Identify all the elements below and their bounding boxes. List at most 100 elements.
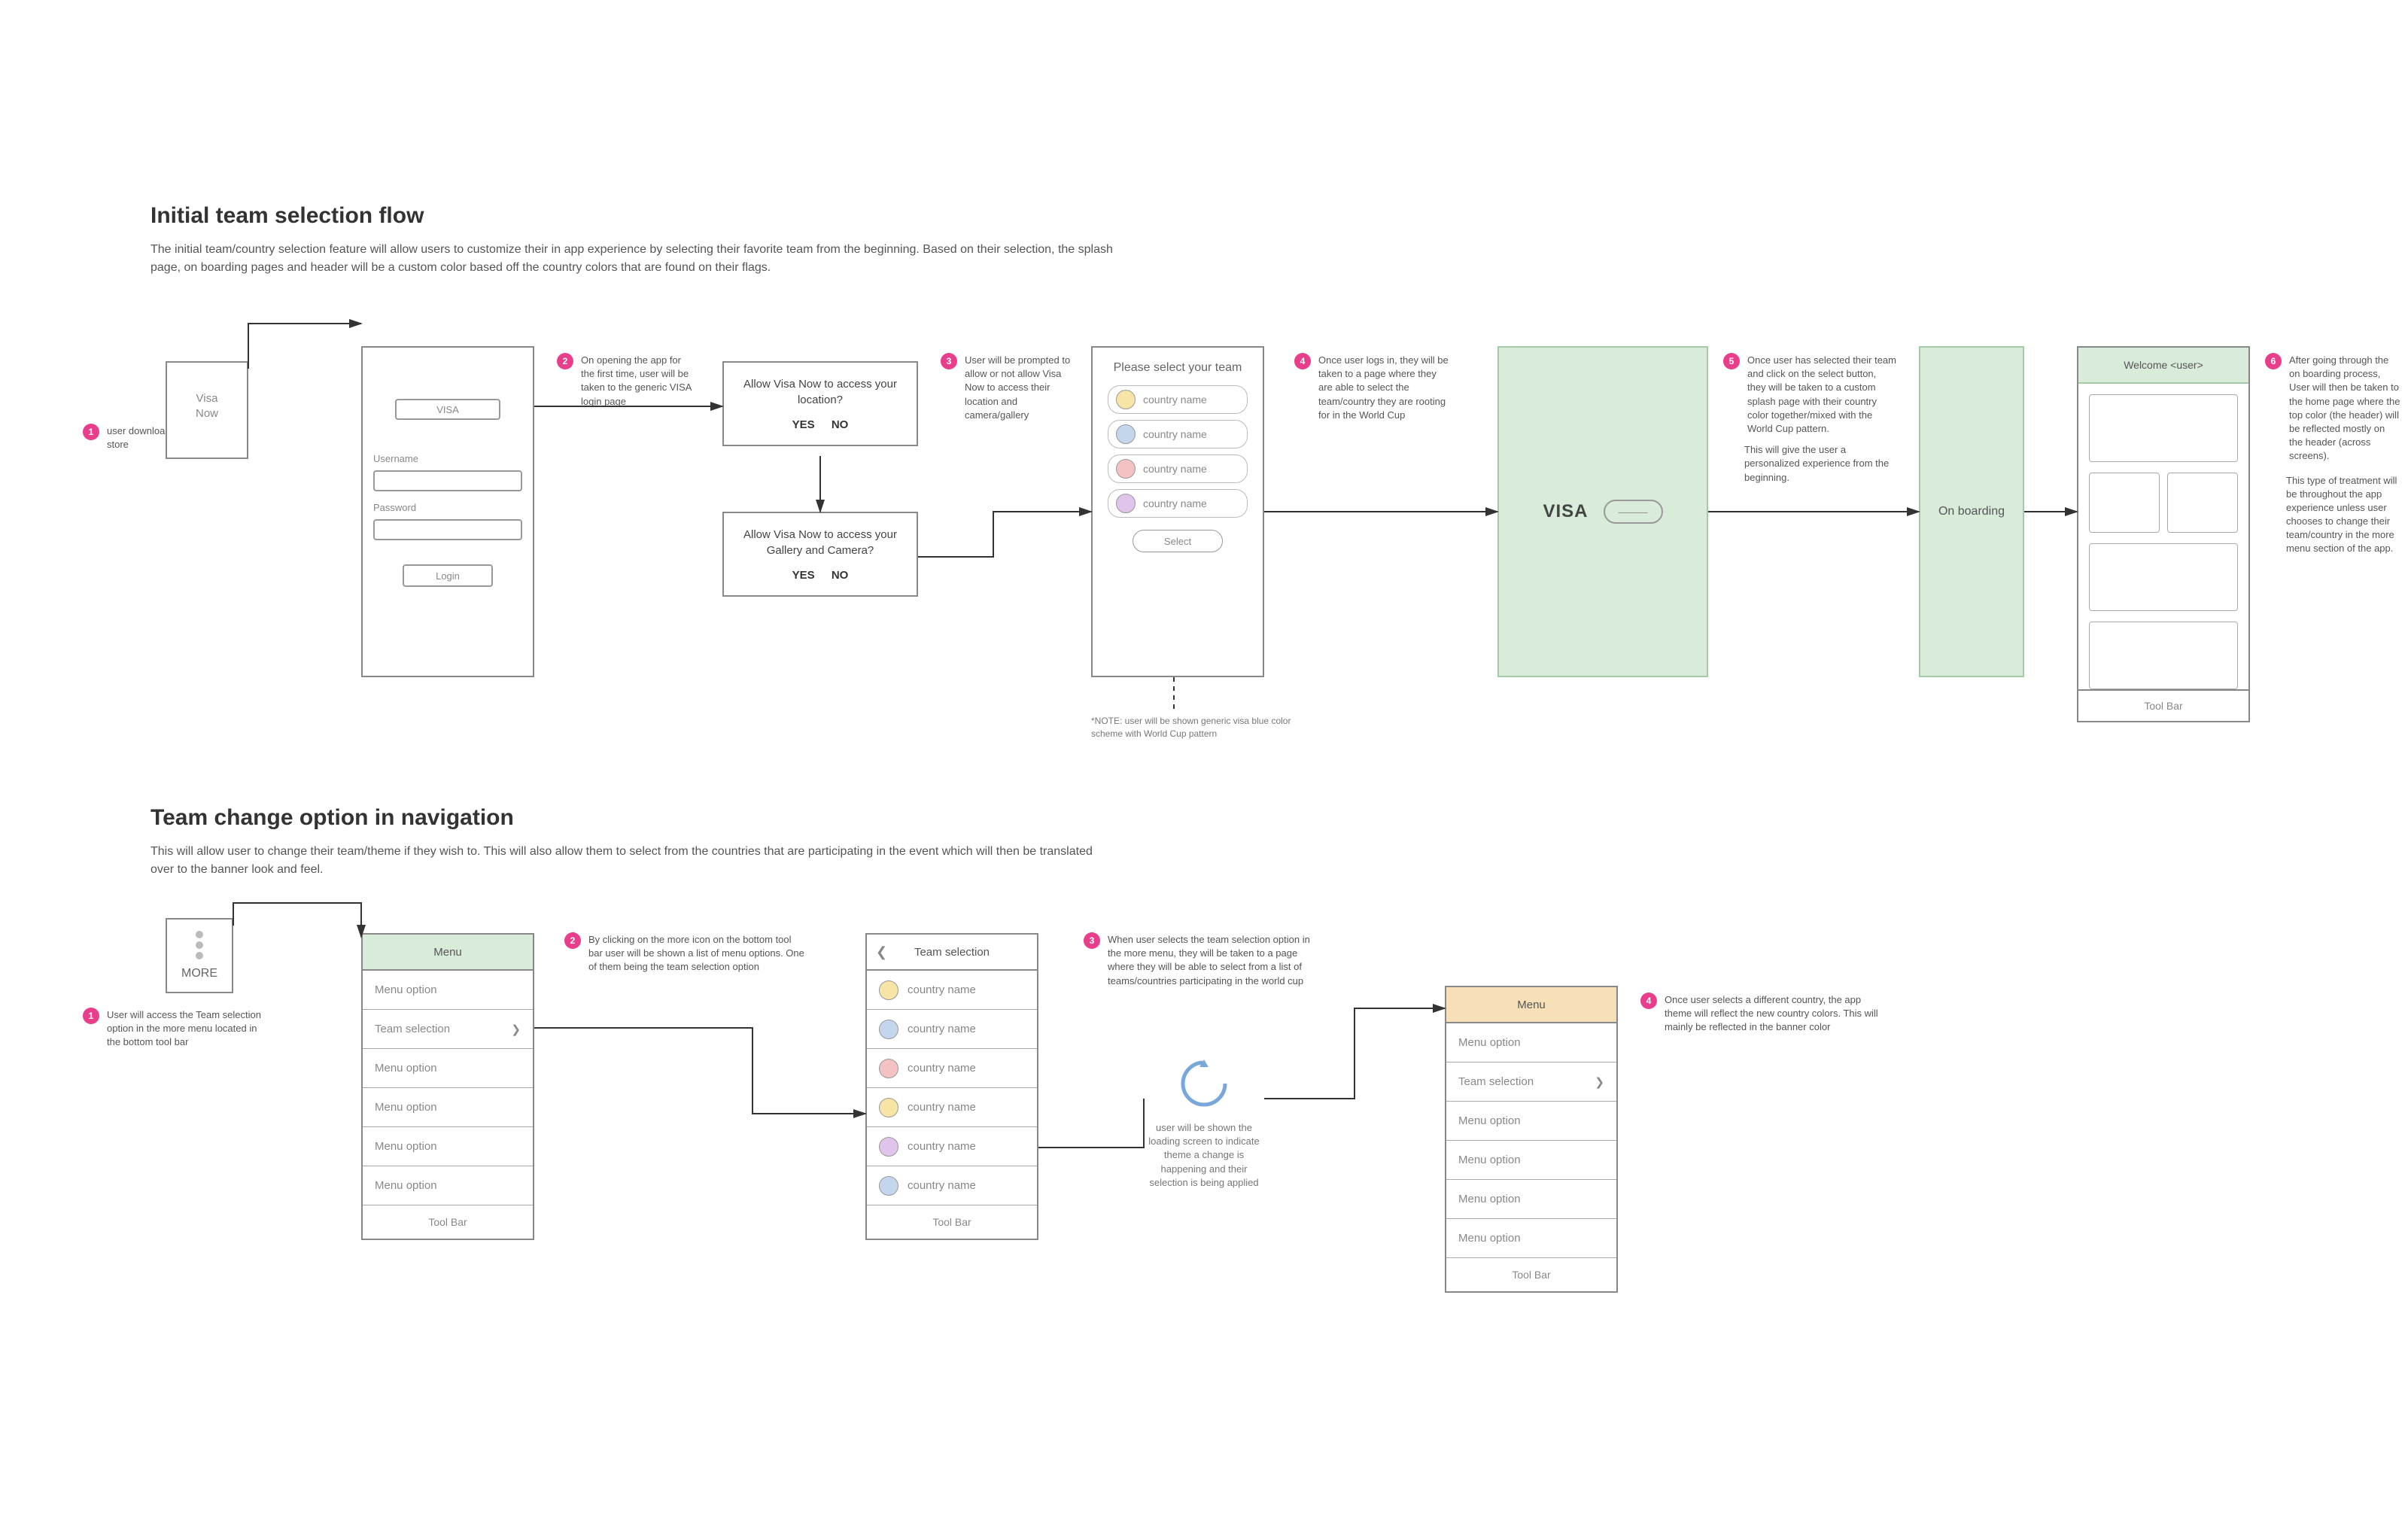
step-badge-5: 5 — [1723, 353, 1740, 369]
chevron-right-icon: ❯ — [511, 1023, 521, 1036]
flag-icon — [879, 1020, 898, 1039]
menu-orange: Menu Menu option Team selection❯ Menu op… — [1445, 986, 1618, 1293]
spinner-icon — [1174, 1053, 1234, 1114]
menu-item[interactable]: Menu option — [363, 1049, 533, 1088]
menu-item-team-selection[interactable]: Team selection❯ — [363, 1010, 533, 1049]
step-badge-3: 3 — [941, 353, 957, 369]
step-badge-6: 6 — [2265, 353, 2282, 369]
home-toolbar: Tool Bar — [2078, 689, 2248, 721]
visa-splash-screen: VISA ——— — [1497, 346, 1708, 677]
menu-item[interactable]: Menu option — [363, 1088, 533, 1127]
flag-icon — [1116, 390, 1136, 409]
login-screen: VISA Username Password Login — [361, 346, 534, 677]
menu-item[interactable]: Menu option — [1446, 1102, 1616, 1141]
dot-icon — [196, 931, 203, 938]
annotation-b1: 1User will access the Team selection opt… — [83, 1008, 271, 1050]
section1-description: The initial team/country selection featu… — [150, 241, 1114, 277]
splash-pill: ——— — [1604, 500, 1663, 524]
team-row[interactable]: country name — [867, 1049, 1037, 1088]
menu-item[interactable]: Menu option — [1446, 1180, 1616, 1219]
menu-item[interactable]: Menu option — [363, 971, 533, 1010]
section1-title: Initial team selection flow — [150, 203, 424, 229]
home-header: Welcome <user> — [2078, 348, 2248, 384]
team-select-screen: Please select your team country name cou… — [1091, 346, 1264, 677]
team-selection-list: ❮ Team selection country name country na… — [865, 933, 1038, 1240]
menu-item-team-selection[interactable]: Team selection❯ — [1446, 1062, 1616, 1102]
diagram-canvas: Initial team selection flow The initial … — [0, 0, 2408, 1520]
team-row[interactable]: country name — [1108, 420, 1248, 448]
flag-icon — [1116, 424, 1136, 444]
team-row[interactable]: country name — [1108, 454, 1248, 483]
menu-footer: Tool Bar — [363, 1205, 533, 1239]
team-row[interactable]: country name — [867, 1010, 1037, 1049]
annotation-3: 3User will be prompted to allow or not a… — [941, 354, 1076, 422]
team-row[interactable]: country name — [1108, 489, 1248, 518]
menu-item[interactable]: Menu option — [1446, 1219, 1616, 1258]
step-badge-1: 1 — [83, 424, 99, 440]
menu-item[interactable]: Menu option — [363, 1127, 533, 1166]
password-label: Password — [373, 502, 416, 513]
flag-icon — [879, 1098, 898, 1117]
step-badge-2: 2 — [557, 353, 573, 369]
menu-green: Menu Menu option Team selection❯ Menu op… — [361, 933, 534, 1240]
dot-icon — [196, 952, 203, 959]
loading-indicator: user will be shown the loading screen to… — [1144, 1053, 1264, 1190]
team-selection-header: ❮ Team selection — [867, 935, 1037, 971]
team-row[interactable]: country name — [867, 1166, 1037, 1205]
annotation-b4: 4Once user selects a different country, … — [1640, 993, 1881, 1035]
menu-header: Menu — [363, 935, 533, 971]
menu-item[interactable]: Menu option — [1446, 1141, 1616, 1180]
home-card — [2089, 473, 2160, 533]
home-card — [2089, 543, 2238, 611]
flag-icon — [879, 1176, 898, 1196]
step-badge-3: 3 — [1084, 932, 1100, 949]
appstore-card: Visa Now — [166, 361, 248, 459]
annotation-b3: 3When user selects the team selection op… — [1084, 933, 1324, 988]
flag-icon — [1116, 494, 1136, 513]
section2-description: This will allow user to change their tea… — [150, 843, 1114, 879]
more-icon[interactable]: MORE — [166, 918, 233, 993]
team-row[interactable]: country name — [1108, 385, 1248, 414]
location-permission-dialog: Allow Visa Now to access your location? … — [722, 361, 918, 446]
team-row[interactable]: country name — [867, 1127, 1037, 1166]
back-icon[interactable]: ❮ — [876, 944, 887, 960]
step-badge-4: 4 — [1294, 353, 1311, 369]
home-card — [2089, 394, 2238, 462]
chevron-right-icon: ❯ — [1595, 1075, 1604, 1089]
select-button[interactable]: Select — [1133, 530, 1223, 552]
annotation-6: 6After going through the on boarding pro… — [2265, 354, 2400, 556]
step-badge-2: 2 — [564, 932, 581, 949]
brand-field: VISA — [395, 399, 500, 420]
location-no[interactable]: NO — [832, 418, 849, 431]
flag-icon — [879, 1059, 898, 1078]
visa-logo: VISA — [1543, 501, 1588, 522]
team-row[interactable]: country name — [867, 971, 1037, 1010]
team-select-note: *NOTE: user will be shown generic visa b… — [1091, 715, 1302, 740]
menu-item[interactable]: Menu option — [1446, 1023, 1616, 1062]
login-button[interactable]: Login — [403, 564, 493, 587]
username-label: Username — [373, 453, 418, 464]
username-input[interactable] — [373, 470, 522, 491]
home-screen: Welcome <user> Tool Bar — [2077, 346, 2250, 722]
annotation-4: 4Once user logs in, they will be taken t… — [1294, 354, 1452, 422]
menu-item[interactable]: Menu option — [363, 1166, 533, 1205]
home-card — [2089, 622, 2238, 689]
flag-icon — [879, 1137, 898, 1157]
step-badge-1: 1 — [83, 1008, 99, 1024]
home-card — [2167, 473, 2238, 533]
team-row[interactable]: country name — [867, 1088, 1037, 1127]
annotation-b2: 2By clicking on the more icon on the bot… — [564, 933, 805, 974]
annotation-5: 5Once user has selected their team and c… — [1723, 354, 1896, 485]
flag-icon — [879, 980, 898, 1000]
menu-footer: Tool Bar — [867, 1205, 1037, 1239]
onboarding-screen: On boarding — [1919, 346, 2024, 677]
dot-icon — [196, 941, 203, 949]
gallery-yes[interactable]: YES — [792, 569, 815, 582]
gallery-no[interactable]: NO — [832, 569, 849, 582]
flag-icon — [1116, 459, 1136, 479]
gallery-permission-dialog: Allow Visa Now to access your Gallery an… — [722, 512, 918, 597]
menu-header: Menu — [1446, 987, 1616, 1023]
location-yes[interactable]: YES — [792, 418, 815, 431]
step-badge-4: 4 — [1640, 993, 1657, 1009]
password-input[interactable] — [373, 519, 522, 540]
